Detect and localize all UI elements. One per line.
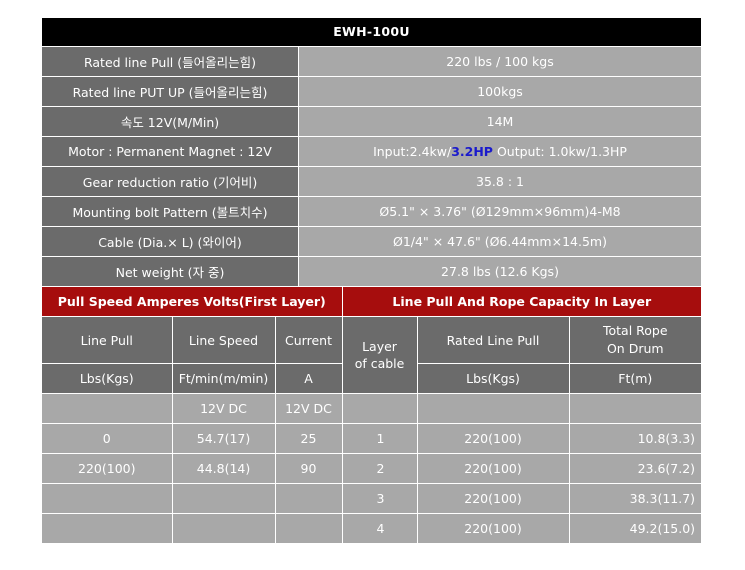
section-title-row: Pull Speed Amperes Volts(First Layer) Li… <box>42 286 702 317</box>
spec-value: 100kgs <box>298 76 701 107</box>
line-pull-cell <box>42 483 173 514</box>
line-pull-cell <box>42 513 173 544</box>
spec-value: 220 lbs / 100 kgs <box>298 46 701 77</box>
line-pull-cell: 0 <box>42 423 173 454</box>
spec-value: Ø5.1" × 3.76" (Ø129mm×96mm)4-M8 <box>298 196 701 227</box>
spec-label: Gear reduction ratio (기어비) <box>42 166 299 197</box>
rated-pull-cell: 220(100) <box>416 453 570 484</box>
spec-value: 27.8 lbs (12.6 Kgs) <box>298 256 701 286</box>
spec-row: Net weight (자 중) 27.8 lbs (12.6 Kgs) <box>42 256 701 286</box>
right-section-title: Line Pull And Rope Capacity In Layer <box>341 286 702 317</box>
col-header-rated-pull: Rated Line Pull <box>416 316 570 364</box>
total-rope-cell: 49.2(15.0) <box>568 513 702 544</box>
unit-line-speed: Ft/min(m/min) <box>171 363 276 394</box>
total-rope-cell: 23.6(7.2) <box>568 453 702 484</box>
table-row: 220(100) 44.8(14) 90 2 220(100) 23.6(7.2… <box>42 453 702 484</box>
motor-input-text: Input:2.4kw/ <box>373 144 452 159</box>
unit-rated-pull: Lbs(Kgs) <box>416 363 570 394</box>
spec-label: Cable (Dia.× L) (와이어) <box>42 226 299 257</box>
spec-label: Mounting bolt Pattern (볼트치수) <box>42 196 299 227</box>
spec-row: Mounting bolt Pattern (볼트치수) Ø5.1" × 3.7… <box>42 196 701 227</box>
table-row: 0 54.7(17) 25 1 220(100) 10.8(3.3) <box>42 423 702 454</box>
line-pull-cell: 220(100) <box>42 453 173 484</box>
layer-cell: 2 <box>341 453 418 484</box>
spec-value: 14M <box>298 106 701 137</box>
unit-current: A <box>274 363 343 394</box>
spec-value: Ø1/4" × 47.6" (Ø6.44mm×14.5m) <box>298 226 701 257</box>
layer-cell: 4 <box>341 513 418 544</box>
col-header-current: Current <box>274 316 343 364</box>
col-header-total-rope: Total Rope On Drum <box>568 316 702 364</box>
spec-label: Net weight (자 중) <box>42 256 299 286</box>
blank-cell <box>568 393 702 424</box>
left-section-title: Pull Speed Amperes Volts(First Layer) <box>42 286 343 317</box>
spec-label: Rated line Pull (들어올리는힘) <box>42 46 299 77</box>
blank-cell <box>341 393 418 424</box>
spec-table: Rated line Pull (들어올리는힘) 220 lbs / 100 k… <box>42 46 701 286</box>
total-rope-cell: 38.3(11.7) <box>568 483 702 514</box>
spec-row: 속도 12V(M/Min) 14M <box>42 106 701 137</box>
spec-row: Cable (Dia.× L) (와이어) Ø1/4" × 47.6" (Ø6.… <box>42 226 701 257</box>
voltage-cell: 12V DC <box>171 393 276 424</box>
voltage-cell: 12V DC <box>274 393 343 424</box>
voltage-row: 12V DC 12V DC <box>42 393 702 424</box>
line-speed-cell <box>171 513 276 544</box>
unit-line-pull: Lbs(Kgs) <box>42 363 173 394</box>
rated-pull-cell: 220(100) <box>416 483 570 514</box>
current-cell: 25 <box>274 423 343 454</box>
performance-table: Pull Speed Amperes Volts(First Layer) Li… <box>42 286 702 544</box>
col-header-layer: Layer of cable <box>341 316 418 394</box>
rated-pull-cell: 220(100) <box>416 423 570 454</box>
current-cell <box>274 483 343 514</box>
spec-label: Rated line PUT UP (들어올리는힘) <box>42 76 299 107</box>
table-row: 4 220(100) 49.2(15.0) <box>42 513 702 544</box>
model-title: EWH-100U <box>42 18 701 46</box>
motor-output-text: Output: 1.0kw/1.3HP <box>492 144 627 159</box>
voltage-cell <box>42 393 173 424</box>
spec-sheet: EWH-100U Rated line Pull (들어올리는힘) 220 lb… <box>42 18 702 544</box>
unit-total-rope: Ft(m) <box>568 363 702 394</box>
rated-pull-cell: 220(100) <box>416 513 570 544</box>
current-cell: 90 <box>274 453 343 484</box>
col-header-line-speed: Line Speed <box>171 316 276 364</box>
line-speed-cell <box>171 483 276 514</box>
spec-label: Motor : Permanent Magnet : 12V <box>42 136 299 167</box>
col-header-line-pull: Line Pull <box>42 316 173 364</box>
motor-hp-highlight: 3.2HP <box>451 144 493 159</box>
blank-cell <box>416 393 570 424</box>
spec-row: Rated line Pull (들어올리는힘) 220 lbs / 100 k… <box>42 46 701 77</box>
spec-row: Motor : Permanent Magnet : 12V Input:2.4… <box>42 136 701 167</box>
current-cell <box>274 513 343 544</box>
spec-value: 35.8 : 1 <box>298 166 701 197</box>
column-header-row: Line Pull Line Speed Current Layer of ca… <box>42 316 702 394</box>
layer-cell: 1 <box>341 423 418 454</box>
line-speed-cell: 54.7(17) <box>171 423 276 454</box>
layer-cell: 3 <box>341 483 418 514</box>
spec-row: Gear reduction ratio (기어비) 35.8 : 1 <box>42 166 701 197</box>
total-rope-cell: 10.8(3.3) <box>568 423 702 454</box>
spec-value: Input:2.4kw/3.2HP Output: 1.0kw/1.3HP <box>298 136 701 167</box>
spec-label: 속도 12V(M/Min) <box>42 106 299 137</box>
spec-row: Rated line PUT UP (들어올리는힘) 100kgs <box>42 76 701 107</box>
table-row: 3 220(100) 38.3(11.7) <box>42 483 702 514</box>
line-speed-cell: 44.8(14) <box>171 453 276 484</box>
